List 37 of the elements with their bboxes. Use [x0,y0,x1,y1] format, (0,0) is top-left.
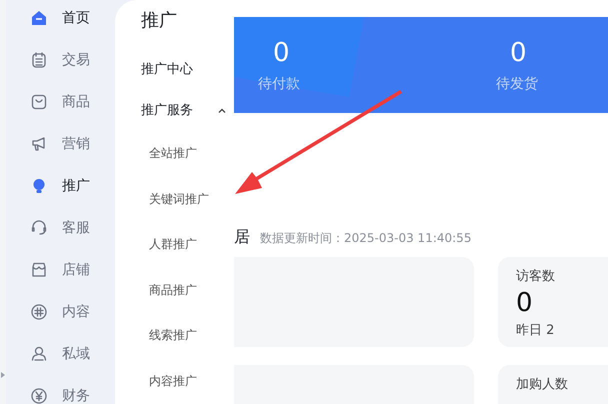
store-icon [30,261,48,279]
sidebar-item[interactable]: 商品 [6,81,115,123]
submenu-subitem[interactable]: 关键词推广 [141,176,234,222]
submenu-subitem[interactable]: 全站推广 [141,131,234,176]
clipboard-icon [30,51,48,69]
submenu-subitem[interactable]: 线索推广 [141,313,234,358]
stat-label: 待发货 [496,75,538,93]
sidebar-item[interactable]: 财务 [6,375,115,404]
submenu-title: 推广 [141,9,178,33]
card-title: 加购人数 [516,376,569,393]
submenu-subitem[interactable]: 内容推广 [141,358,234,404]
people-icon [30,345,48,363]
sidebar-item[interactable]: 交易 [6,39,115,81]
submenu-item[interactable]: 推广中心 [141,48,234,90]
headset-icon [30,219,48,237]
submenu-item[interactable]: 推广服务 [141,90,234,131]
yen-icon [30,387,48,404]
stat-value: 0 [509,37,527,69]
card-value: 0 [516,287,534,319]
home-icon [30,9,48,27]
submenu-subitem[interactable]: 人群推广 [141,222,234,268]
sidebar-item[interactable]: 推广 [6,165,115,207]
section-title: 居 [234,227,250,248]
update-time: 数据更新时间：2025-03-03 11:40:55 [260,230,472,247]
bag-icon [30,93,48,111]
submenu-subitem[interactable]: 商品推广 [141,268,234,313]
stat-value: 0 [272,37,290,69]
card-compare: 昨日 2 [516,322,556,339]
sidebar-item[interactable]: 私域 [6,333,115,375]
sidebar-item[interactable]: 店铺 [6,249,115,291]
card-title: 访客数 [516,268,556,285]
hash-icon [30,303,48,321]
stat-label: 待付款 [258,75,300,93]
sidebar-item[interactable]: 首页 [6,0,115,39]
sidebar-item[interactable]: 客服 [6,207,115,249]
sidebar-item[interactable]: 内容 [6,291,115,333]
sidebar-item[interactable]: 营销 [6,123,115,165]
